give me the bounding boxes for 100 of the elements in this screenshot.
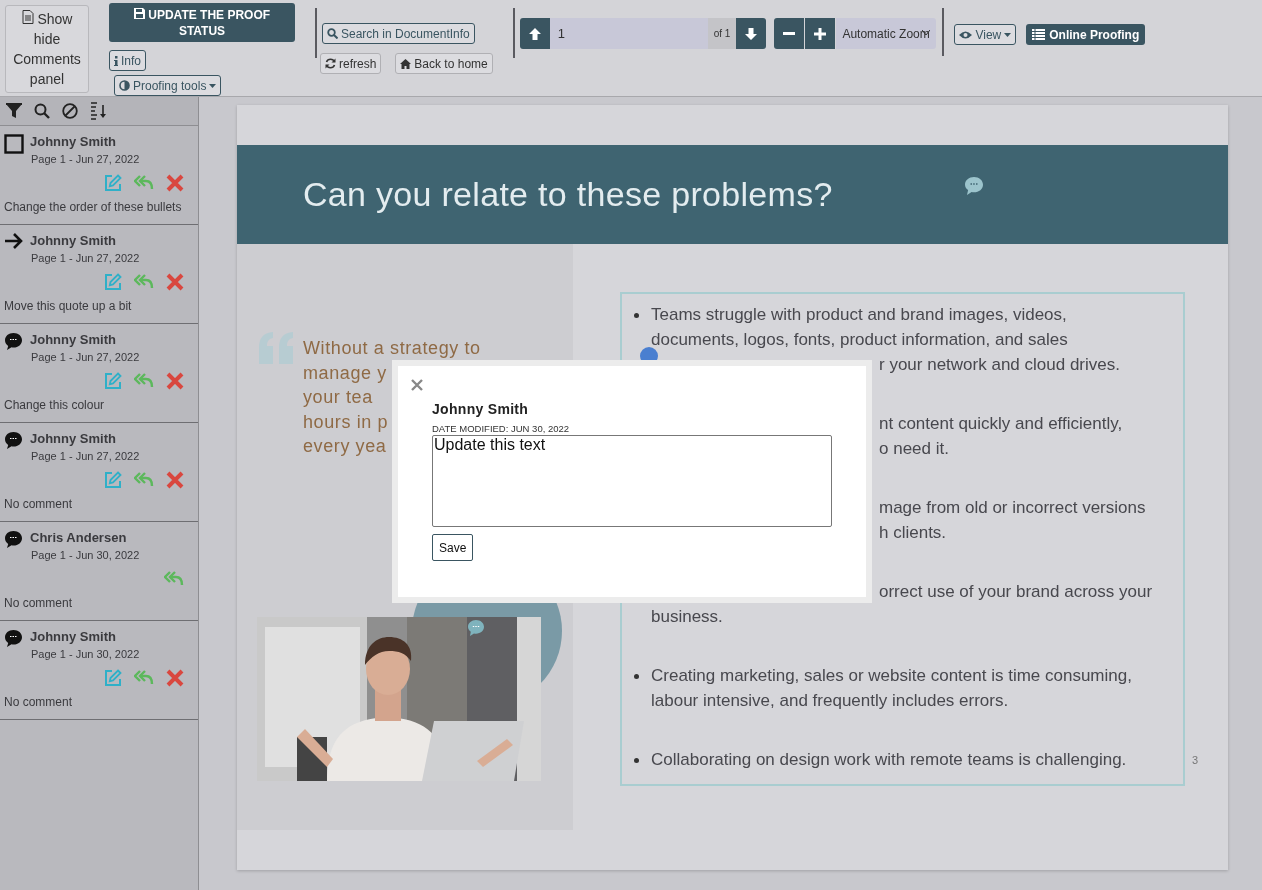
caret-icon [922, 30, 931, 35]
edit-icon[interactable] [104, 174, 122, 192]
comment-author: Johnny Smith [30, 233, 117, 249]
speech-bubble-icon [4, 629, 23, 648]
edit-icon[interactable] [104, 372, 122, 390]
online-proofing-button[interactable]: Online Proofing [1026, 24, 1146, 45]
bullet-text-line: nt content quickly and efficiently, [878, 413, 1123, 435]
comment-meta: Page 1 - Jun 27, 2022 [31, 450, 141, 462]
bullet-text-line: h clients. [878, 522, 948, 544]
eye-icon [959, 30, 973, 39]
delete-icon[interactable] [166, 669, 184, 687]
delete-icon[interactable] [166, 372, 184, 390]
info-button[interactable]: Info [109, 50, 146, 71]
sort-icon[interactable] [90, 102, 108, 120]
comment-text: No comment [4, 596, 74, 612]
comment-item[interactable]: Johnny Smith Page 1 - Jun 27, 2022 Move this quote up a bit [0, 225, 198, 324]
search-icon[interactable] [34, 103, 50, 119]
document-icon [21, 10, 34, 24]
save-button[interactable]: Save [432, 534, 474, 561]
reply-all-icon[interactable] [134, 372, 154, 390]
contrast-icon [119, 80, 130, 91]
comment-marker-icon[interactable] [467, 619, 485, 637]
quote-line: your tea [303, 386, 373, 409]
arrow-icon [4, 233, 24, 249]
minus-icon [783, 32, 796, 35]
comment-meta: Page 1 - Jun 30, 2022 [31, 549, 141, 561]
slide-title: Can you relate to these problems? [303, 175, 833, 214]
caret-icon [1004, 32, 1012, 37]
quote-line: manage y [303, 361, 387, 385]
reply-all-icon[interactable] [164, 570, 184, 588]
page-number: 3 [1191, 754, 1198, 766]
comment-meta: Page 1 - Jun 27, 2022 [31, 153, 141, 165]
bullet-text-line: business. [651, 606, 724, 628]
zoom-select[interactable]: Automatic Zoom [836, 18, 937, 49]
close-icon [410, 378, 424, 392]
update-status-button[interactable]: UPDATE THE PROOF STATUS [109, 3, 295, 42]
comment-text: Change the order of these bullets [4, 200, 183, 216]
comment-text: No comment [4, 695, 74, 711]
zoom-in-button[interactable] [805, 18, 836, 49]
comment-item[interactable]: Chris Andersen Page 1 - Jun 30, 2022 No comment [0, 522, 198, 621]
bullet-text-line: Collaborating on design work with remote teams is challenging. [651, 749, 1127, 771]
comment-text: No comment [4, 497, 74, 513]
bullet-text-line: Creating marketing, sales or website content is time consuming, [651, 665, 1132, 687]
comment-text: Move this quote up a bit [4, 299, 133, 315]
bullet-text-line: documents, logos, fonts, product information, and sales [651, 329, 1069, 351]
page-count: of 1 [707, 18, 737, 49]
bullet-text-line: o need it. [878, 438, 950, 460]
search-button[interactable]: Search in DocumentInfo [322, 23, 475, 44]
close-button[interactable] [410, 378, 424, 392]
comment-item[interactable]: Johnny Smith Page 1 - Jun 27, 2022 No comment [0, 423, 198, 522]
page-number-field[interactable]: 1 [549, 18, 708, 49]
refresh-button[interactable]: refresh [320, 53, 382, 74]
panel-toggle-button[interactable]: Show hide Comments panel [5, 5, 89, 93]
comment-item[interactable]: Johnny Smith Page 1 - Jun 27, 2022 Change the order of these bullets [0, 126, 198, 225]
arrow-up-icon [528, 27, 541, 40]
comment-text: Change this colour [4, 398, 106, 414]
next-page-button[interactable] [736, 18, 767, 49]
bullet-text-line: mage from old or incorrect versions [878, 497, 1146, 519]
reply-all-icon[interactable] [134, 174, 154, 192]
filter-icon[interactable] [6, 103, 22, 119]
delete-icon[interactable] [166, 471, 184, 489]
comment-meta: Page 1 - Jun 30, 2022 [31, 648, 141, 660]
speech-bubble-icon [4, 530, 23, 549]
zoom-out-button[interactable] [774, 18, 805, 49]
arrow-down-icon [745, 27, 758, 40]
reply-all-icon[interactable] [134, 669, 154, 687]
bullet-text-line: orrect use of your brand across your [878, 581, 1153, 603]
edit-icon[interactable] [104, 273, 122, 291]
square-icon [4, 134, 24, 154]
comment-author: Chris Andersen [30, 530, 128, 546]
comment-author: Johnny Smith [30, 431, 117, 447]
delete-icon[interactable] [166, 174, 184, 192]
comment-field[interactable]: Update this text [432, 435, 832, 527]
comment-item[interactable]: Johnny Smith Page 1 - Jun 27, 2022 Change this colour [0, 324, 198, 423]
plus-icon [814, 27, 827, 40]
edit-icon[interactable] [104, 471, 122, 489]
comment-marker-icon[interactable] [964, 176, 984, 196]
list-icon [1032, 29, 1046, 40]
edit-icon[interactable] [104, 669, 122, 687]
save-icon [133, 7, 145, 19]
bullet-text-line: r your network and cloud drives. [878, 354, 1120, 376]
quote-line: Without a strategy to [303, 337, 481, 360]
quote-line: every yea [303, 435, 387, 458]
delete-icon[interactable] [166, 273, 184, 291]
home-icon [400, 58, 412, 69]
reply-all-icon[interactable] [134, 471, 154, 489]
proofing-tools-dropdown[interactable]: Proofing tools [114, 75, 222, 96]
comment-meta: Page 1 - Jun 27, 2022 [31, 351, 141, 363]
info-icon [114, 55, 118, 66]
comment-item[interactable]: Johnny Smith Page 1 - Jun 30, 2022 No comment [0, 621, 198, 720]
home-button[interactable]: Back to home [395, 53, 493, 74]
previous-page-button[interactable] [519, 18, 550, 49]
speech-bubble-icon [4, 431, 23, 450]
reply-all-icon[interactable] [134, 273, 154, 291]
dialog-date: DATE MODIFIED: JUN 30, 2022 [432, 423, 570, 434]
ban-icon[interactable] [62, 103, 78, 119]
speech-bubble-icon [4, 332, 23, 351]
comment-author: Johnny Smith [30, 332, 117, 348]
view-dropdown[interactable]: View [954, 24, 1017, 45]
comment-author: Johnny Smith [30, 134, 117, 150]
